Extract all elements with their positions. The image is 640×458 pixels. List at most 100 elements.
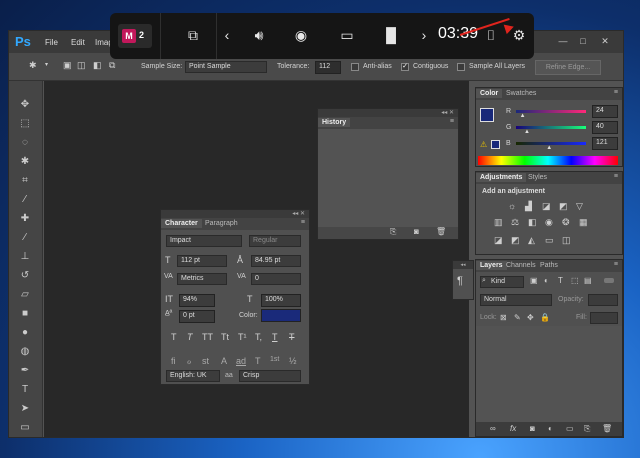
photo-filter-icon[interactable]: ◉ (545, 217, 553, 228)
lock-position-icon[interactable]: ✥ (527, 313, 534, 322)
red-slider[interactable] (516, 110, 586, 113)
game-bar-badge[interactable]: M 2 (118, 24, 152, 48)
color-spectrum-bar[interactable] (478, 156, 618, 165)
minimize-button[interactable]: — (555, 35, 571, 47)
ordinals-button[interactable]: 1st (270, 356, 279, 363)
opacity-input[interactable] (588, 294, 618, 306)
lasso-tool-icon[interactable]: ◌ (18, 137, 32, 149)
pixel-filter-icon[interactable]: ▣ (530, 276, 538, 285)
small-caps-button[interactable]: Tt (221, 332, 229, 342)
red-input[interactable]: 24 (592, 105, 618, 118)
capture-icon[interactable]: ◉ (290, 27, 312, 44)
delete-layer-icon[interactable]: 🗑 (602, 424, 612, 433)
layer-mask-icon[interactable]: ◙ (530, 424, 535, 433)
posterize-icon[interactable]: ◩ (511, 235, 520, 246)
chevron-right-icon[interactable]: › (413, 27, 435, 43)
kerning-select[interactable]: Metrics (177, 273, 227, 285)
blue-input[interactable]: 121 (592, 137, 618, 150)
type-filter-icon[interactable]: T (558, 276, 563, 285)
blend-mode-select[interactable]: Normal (480, 294, 552, 306)
tab-character[interactable]: Character (161, 219, 202, 228)
new-layer-icon[interactable]: ⎘ (584, 424, 590, 434)
resources-icon[interactable]: ▐▌ (380, 27, 402, 43)
smart-object-filter-icon[interactable]: ▤ (584, 276, 592, 285)
faux-bold-button[interactable]: T (171, 332, 177, 342)
shape-filter-icon[interactable]: ⬚ (571, 276, 579, 285)
vertical-scale-input[interactable]: 94% (179, 294, 215, 307)
intersect-selection-icon[interactable]: ⧉ (109, 60, 115, 71)
path-selection-tool-icon[interactable]: ➤ (18, 403, 32, 415)
swash-button[interactable]: A (221, 356, 227, 366)
healing-tool-icon[interactable]: ✚ (18, 213, 32, 225)
sample-all-layers-checkbox[interactable] (457, 63, 465, 71)
threshold-icon[interactable]: ◭ (528, 235, 535, 246)
trash-icon[interactable]: 🗑 (436, 227, 446, 236)
magic-wand-icon[interactable]: ✱ (29, 60, 37, 71)
maximize-button[interactable]: □ (575, 35, 591, 47)
dock-collapse-icon[interactable]: ◂◂ (453, 261, 473, 269)
foreground-color-swatch[interactable] (480, 108, 494, 122)
panel-collapse-icon[interactable]: ◂◂ ✕ (161, 210, 309, 218)
font-style-select[interactable]: Regular (249, 235, 301, 247)
lock-all-icon[interactable]: 🔒 (540, 313, 550, 322)
language-select[interactable]: English: UK (166, 370, 220, 382)
color-lookup-icon[interactable]: ▦ (579, 217, 588, 228)
gradient-map-icon[interactable]: ▭ (545, 235, 554, 246)
vibrance-icon[interactable]: ▽ (576, 201, 583, 212)
filter-toggle[interactable] (604, 278, 614, 283)
audio-icon[interactable]: 🔊︎ (248, 27, 270, 44)
antialias-select[interactable]: Crisp (239, 370, 301, 382)
tolerance-input[interactable]: 112 (315, 61, 341, 74)
red-slider-thumb[interactable]: ▲ (520, 113, 526, 119)
tab-paths[interactable]: Paths (536, 261, 562, 270)
tracking-select[interactable]: 0 (251, 273, 301, 285)
menu-file[interactable]: File (45, 38, 58, 47)
refine-edge-button[interactable]: Refine Edge... (535, 60, 601, 75)
all-caps-button[interactable]: TT (202, 332, 213, 342)
stamp-tool-icon[interactable]: ⊥ (18, 251, 32, 263)
history-brush-tool-icon[interactable]: ↺ (18, 270, 32, 282)
layer-style-icon[interactable]: fx (510, 424, 516, 433)
levels-icon[interactable]: ▟ (525, 201, 532, 212)
web-safe-swatch[interactable] (491, 140, 500, 149)
discretionary-ligatures-button[interactable]: st (202, 356, 209, 366)
crop-tool-icon[interactable]: ⌗ (18, 175, 32, 187)
tab-adjustments[interactable]: Adjustments (476, 173, 527, 182)
chevron-left-icon[interactable]: ‹ (216, 27, 238, 43)
tab-channels[interactable]: Channels (502, 261, 540, 270)
link-layers-icon[interactable]: ∞ (490, 424, 496, 433)
menu-edit[interactable]: Edit (71, 38, 85, 47)
horizontal-scale-input[interactable]: 100% (261, 294, 301, 307)
mouse-icon[interactable]: ⌷ (480, 27, 502, 44)
blur-tool-icon[interactable]: ● (18, 327, 32, 339)
ligatures-button[interactable]: fi (171, 356, 176, 366)
hue-saturation-icon[interactable]: ▥ (494, 217, 503, 228)
contiguous-checkbox[interactable]: ✓ (401, 63, 409, 71)
panel-menu-icon[interactable]: ≡ (614, 173, 618, 180)
leading-select[interactable]: 84.95 pt (251, 255, 301, 267)
tab-color[interactable]: Color (476, 89, 503, 98)
baseline-shift-input[interactable]: 0 pt (179, 310, 215, 323)
add-selection-icon[interactable]: ◫ (77, 60, 86, 71)
new-group-icon[interactable]: ▭ (566, 424, 574, 433)
green-input[interactable]: 40 (592, 121, 618, 134)
underline-button[interactable]: T (272, 332, 278, 342)
curves-icon[interactable]: ◪ (542, 201, 551, 212)
anti-alias-checkbox[interactable] (351, 63, 359, 71)
fill-input[interactable] (590, 312, 618, 324)
titling-button[interactable]: T (255, 356, 261, 366)
marquee-tool-icon[interactable]: ⬚ (18, 118, 32, 130)
lock-pixels-icon[interactable]: ✎ (514, 313, 521, 322)
tab-history[interactable]: History (318, 118, 351, 127)
dodge-tool-icon[interactable]: ◍ (18, 346, 32, 358)
panel-collapse-icon[interactable]: ◂◂ ✕ (318, 109, 458, 117)
gradient-tool-icon[interactable]: ■ (18, 308, 32, 320)
performance-icon[interactable]: ▭ (336, 27, 358, 44)
channel-mixer-icon[interactable]: ❂ (562, 217, 570, 228)
fractions-button[interactable]: ½ (289, 356, 297, 366)
blue-slider-thumb[interactable]: ▲ (546, 145, 552, 151)
chevron-down-icon[interactable]: ▾ (45, 61, 48, 68)
strikethrough-button[interactable]: T (289, 332, 295, 342)
layer-filter-select[interactable]: Kind (480, 276, 524, 288)
magic-wand-tool-icon[interactable]: ✱ (18, 156, 32, 168)
